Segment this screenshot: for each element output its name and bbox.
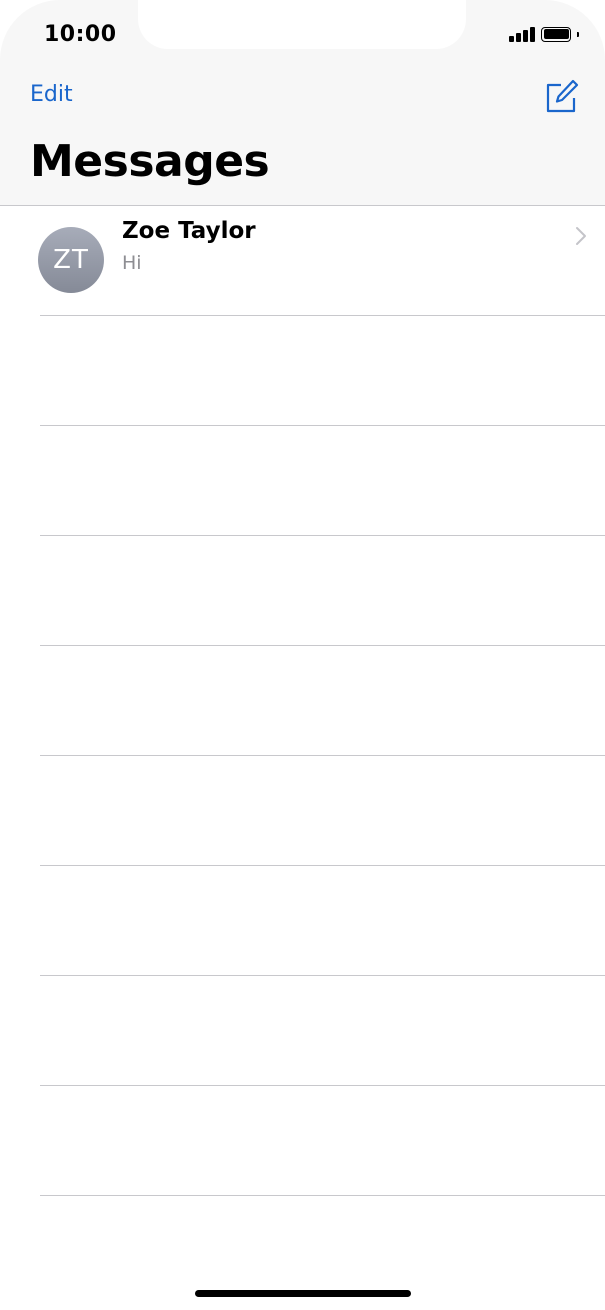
- battery-tip: [577, 31, 579, 37]
- message-preview: Hi: [122, 252, 142, 274]
- empty-row: [40, 976, 605, 1086]
- conversation-row[interactable]: ZT Zoe Taylor Hi: [0, 206, 605, 316]
- empty-row: [40, 646, 605, 756]
- status-indicators: [509, 26, 579, 42]
- signal-icon: [509, 26, 535, 42]
- compose-icon[interactable]: [545, 78, 579, 114]
- empty-row: [40, 426, 605, 536]
- empty-row: [40, 1086, 605, 1196]
- avatar: ZT: [38, 227, 104, 293]
- empty-row: [40, 536, 605, 646]
- empty-row: [40, 866, 605, 976]
- chevron-right-icon: [576, 227, 586, 245]
- empty-row: [40, 316, 605, 426]
- home-indicator[interactable]: [195, 1290, 411, 1297]
- contact-name: Zoe Taylor: [122, 218, 256, 244]
- empty-row: [40, 756, 605, 866]
- navigation-header: 10:00 Edit Messages: [0, 0, 605, 206]
- edit-button[interactable]: Edit: [30, 82, 73, 107]
- device-notch: [138, 0, 466, 49]
- battery-icon: [541, 26, 571, 42]
- conversation-list: ZT Zoe Taylor Hi: [0, 206, 605, 1196]
- status-time: 10:00: [44, 22, 117, 47]
- page-title: Messages: [30, 136, 270, 187]
